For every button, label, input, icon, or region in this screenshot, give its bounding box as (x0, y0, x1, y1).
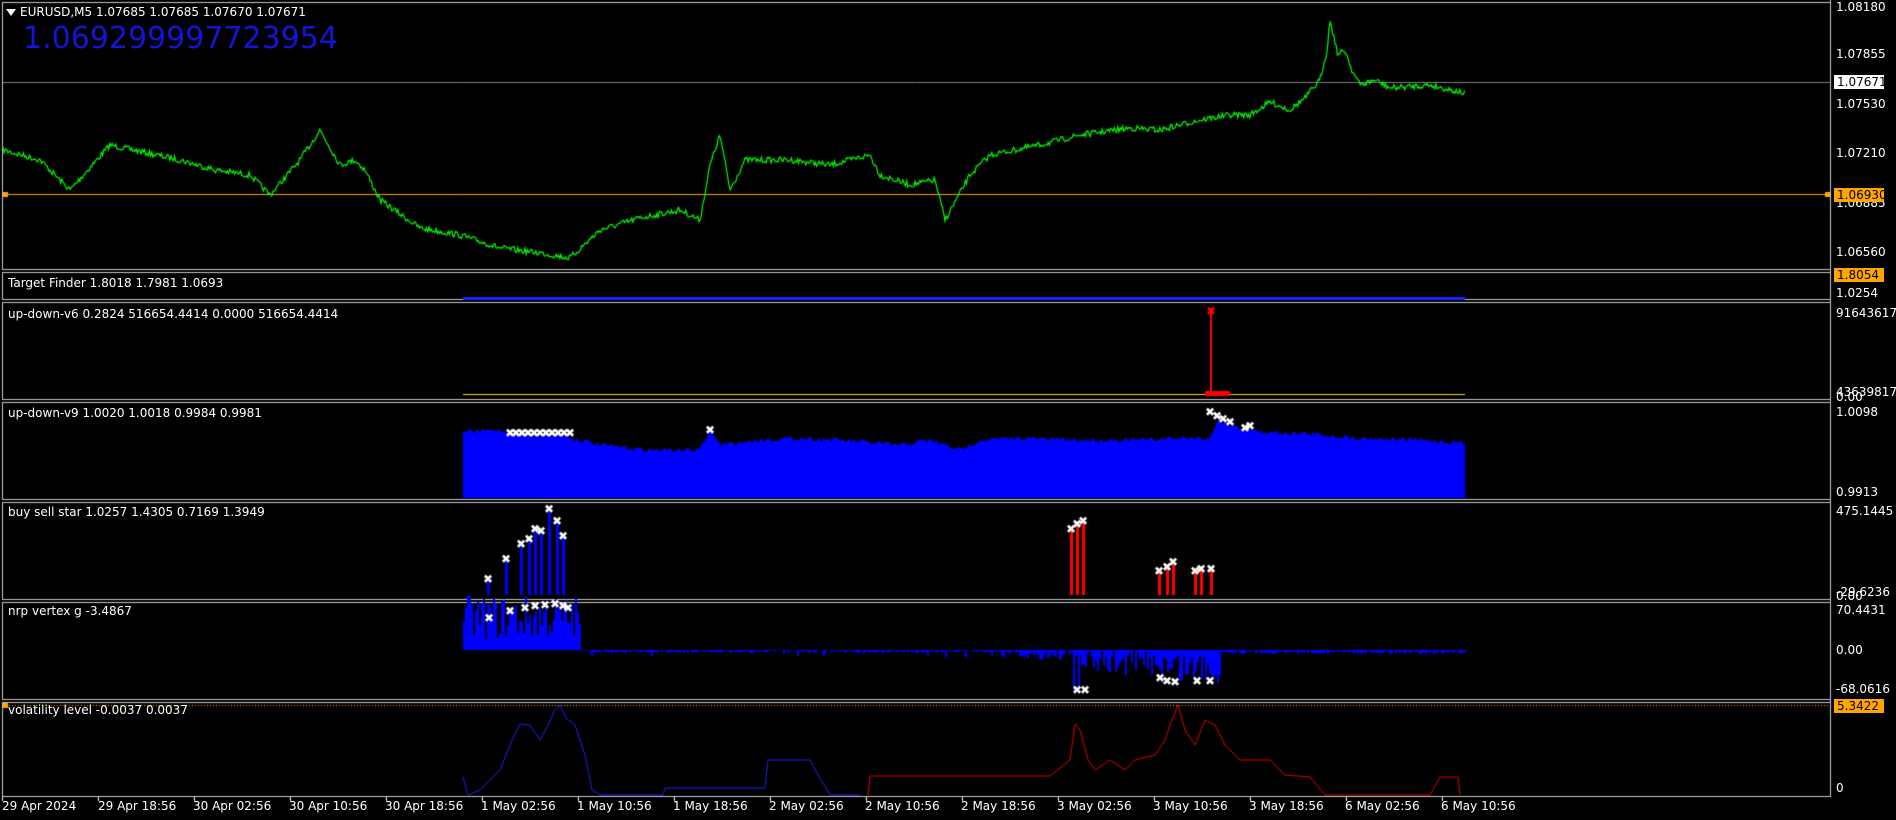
volatility-level-label: volatility level -0.0037 0.0037 (8, 703, 188, 717)
buy-sell-star-label: buy sell star 1.0257 1.4305 0.7169 1.394… (8, 505, 265, 519)
price-axis-label-5: 1.06560 (1836, 245, 1886, 259)
time-axis-label-10: 2 May 18:56 (961, 799, 1036, 813)
nrp-vertex-label: nrp vertex g -3.4867 (8, 604, 132, 618)
up-down-v6-label: up-down-v6 0.2824 516654.4414 0.0000 516… (8, 307, 339, 321)
time-axis-label-14: 6 May 02:56 (1345, 799, 1420, 813)
price-axis-label-2: 1.07530 (1836, 97, 1886, 111)
dropdown-triangle-icon[interactable] (6, 9, 16, 16)
time-axis-label-9: 2 May 10:56 (865, 799, 940, 813)
level-price-tag: 1.06930 (1834, 188, 1887, 202)
up-down-v9-label: up-down-v9 1.0020 1.0018 0.9984 0.9981 (8, 406, 262, 420)
time-axis-label-2: 30 Apr 02:56 (193, 799, 272, 813)
price-axis-label-3: 1.07210 (1836, 146, 1886, 160)
price-axis-label-0: 1.08180 (1836, 0, 1886, 14)
current-price-tag: 1.07671 (1834, 75, 1887, 89)
buy-sell-star-axis-zero: 0.00 (1836, 589, 1863, 603)
time-axis-label-5: 1 May 02:56 (481, 799, 556, 813)
target-finder-label: Target Finder 1.8018 1.7981 1.0693 (8, 276, 224, 290)
symbol-label: EURUSD,M5 1.07685 1.07685 1.07670 1.0767… (6, 5, 306, 19)
time-axis-label-3: 30 Apr 10:56 (289, 799, 368, 813)
time-axis-label-4: 30 Apr 18:56 (385, 799, 464, 813)
target-finder-axis-label: 1.0254 (1836, 286, 1878, 300)
time-axis-label-7: 1 May 18:56 (673, 799, 748, 813)
time-axis-label-12: 3 May 10:56 (1153, 799, 1228, 813)
nrp-vertex-axis-max: 70.4431 (1836, 603, 1886, 617)
nrp-vertex-axis-min: -68.0616 (1836, 682, 1890, 696)
time-axis-label-8: 2 May 02:56 (769, 799, 844, 813)
target-finder-tag: 1.8054 (1834, 268, 1884, 282)
volatility-level-tag: 5.3422 (1834, 699, 1884, 713)
volatility-level-axis-zero: 0 (1836, 781, 1844, 795)
up-down-v9-axis-min: 0.9913 (1836, 485, 1878, 499)
time-axis-label-15: 6 May 10:56 (1441, 799, 1516, 813)
up-down-v9-axis-max: 1.0098 (1836, 405, 1878, 419)
time-axis-label-1: 29 Apr 18:56 (98, 799, 177, 813)
price-chart-canvas[interactable] (0, 0, 1896, 820)
time-axis-label-6: 1 May 10:56 (577, 799, 652, 813)
big-value-label: 1.069299997723954 (23, 21, 338, 56)
buy-sell-star-axis-max: 475.1445 (1836, 504, 1894, 518)
up-down-v6-axis-min: 0.00 (1836, 390, 1863, 404)
nrp-vertex-axis-zero: 0.00 (1836, 643, 1863, 657)
price-axis-label-1: 1.07855 (1836, 47, 1886, 61)
time-axis-label-0: 29 Apr 2024 (2, 799, 77, 813)
time-axis-label-11: 3 May 02:56 (1057, 799, 1132, 813)
up-down-v6-axis-max: 916436174 (1836, 306, 1896, 320)
symbol-label-text: EURUSD,M5 1.07685 1.07685 1.07670 1.0767… (20, 5, 306, 19)
time-axis-label-13: 3 May 18:56 (1249, 799, 1324, 813)
